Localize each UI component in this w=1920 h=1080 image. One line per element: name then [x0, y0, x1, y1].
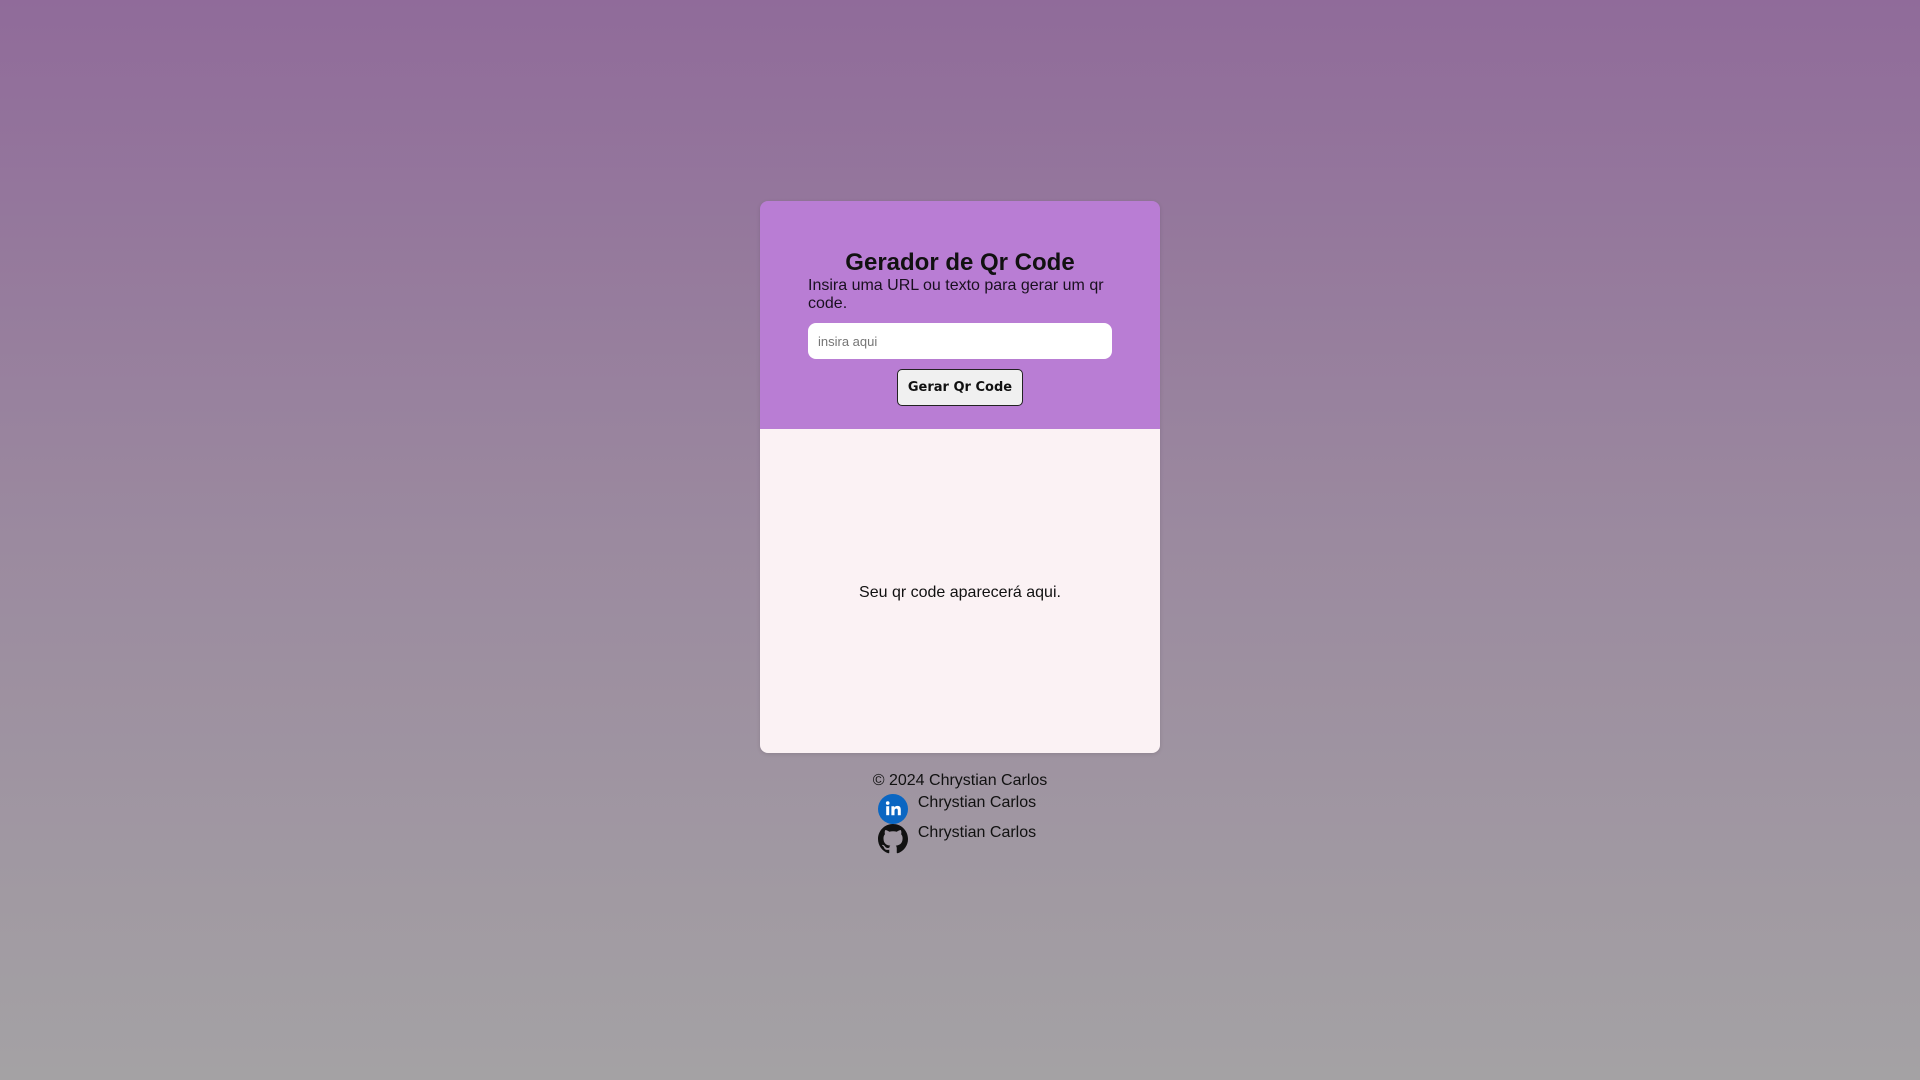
copyright-text: © 2024 Chrystian Carlos	[872, 772, 1048, 789]
card-header: Gerador de Qr Code Insira uma URL ou tex…	[760, 201, 1160, 429]
qr-text-input[interactable]	[808, 323, 1112, 359]
linkedin-link-row: Chrystian Carlos	[0, 792, 1920, 824]
qr-result-area: Seu qr code aparecerá aqui.	[760, 429, 1160, 753]
page-title: Gerador de Qr Code	[845, 249, 1075, 276]
qr-generator-card: Gerador de Qr Code Insira uma URL ou tex…	[760, 201, 1160, 753]
input-wrapper	[808, 323, 1112, 359]
footer: © 2024 Chrystian Carlos Chrystian Carlos…	[0, 770, 1920, 854]
github-icon[interactable]	[877, 824, 908, 854]
linkedin-link[interactable]: Chrystian Carlos	[918, 792, 1036, 814]
linkedin-icon[interactable]	[877, 794, 908, 824]
subtitle: Insira uma URL ou texto para gerar um qr…	[808, 277, 1104, 312]
github-link-row: Chrystian Carlos	[0, 822, 1920, 854]
generate-qr-button[interactable]: Gerar Qr Code	[896, 369, 1024, 406]
qr-placeholder-text: Seu qr code aparecerá aqui.	[859, 584, 1061, 601]
github-link[interactable]: Chrystian Carlos	[918, 822, 1036, 844]
